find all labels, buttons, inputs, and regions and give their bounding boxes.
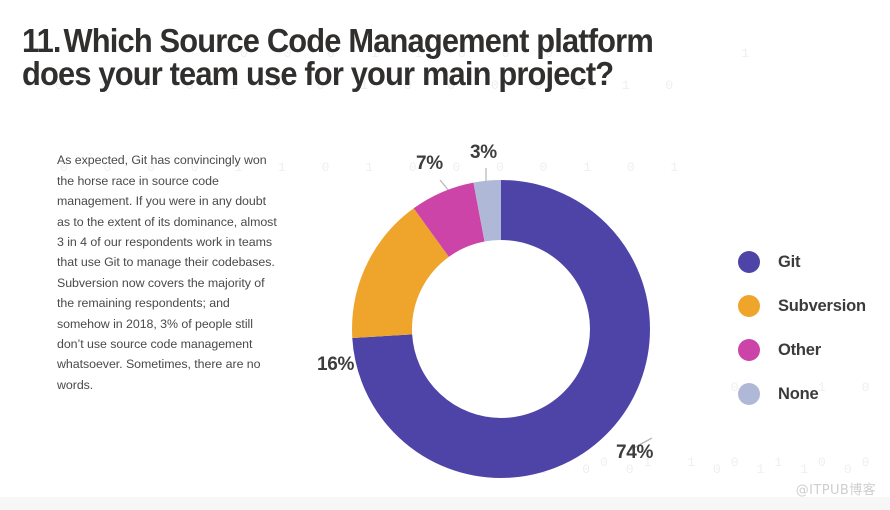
data-label-subversion: 16%	[317, 354, 355, 375]
legend-item-git: Git	[738, 240, 888, 284]
data-label-none: 3%	[470, 142, 497, 163]
page-title-text: Which Source Code Management platform do…	[22, 22, 654, 93]
page-title: 11.Which Source Code Management platform…	[22, 24, 695, 90]
legend-label-git: Git	[778, 252, 801, 271]
legend-item-subversion: Subversion	[738, 284, 888, 328]
legend-item-other: Other	[738, 328, 888, 372]
donut-chart-svg	[352, 168, 653, 478]
legend-swatch-git-icon	[738, 251, 760, 273]
body-paragraph: As expected, Git has convincingly won th…	[57, 153, 277, 392]
legend-label-subversion: Subversion	[778, 296, 866, 315]
chart-legend: Git Subversion Other None	[738, 240, 888, 416]
legend-label-none: None	[778, 384, 819, 403]
legend-item-none: None	[738, 372, 888, 416]
legend-swatch-subversion-icon	[738, 295, 760, 317]
page-title-number: 11.	[22, 22, 62, 60]
legend-swatch-other-icon	[738, 339, 760, 361]
watermark: @ITPUB博客	[795, 483, 876, 498]
data-label-git: 74%	[616, 442, 654, 463]
data-label-other: 7%	[416, 153, 443, 174]
donut-chart: 74% 16% 7% 3%	[300, 120, 720, 500]
legend-swatch-none-icon	[738, 383, 760, 405]
legend-label-other: Other	[778, 340, 822, 359]
donut-segments	[352, 180, 650, 478]
